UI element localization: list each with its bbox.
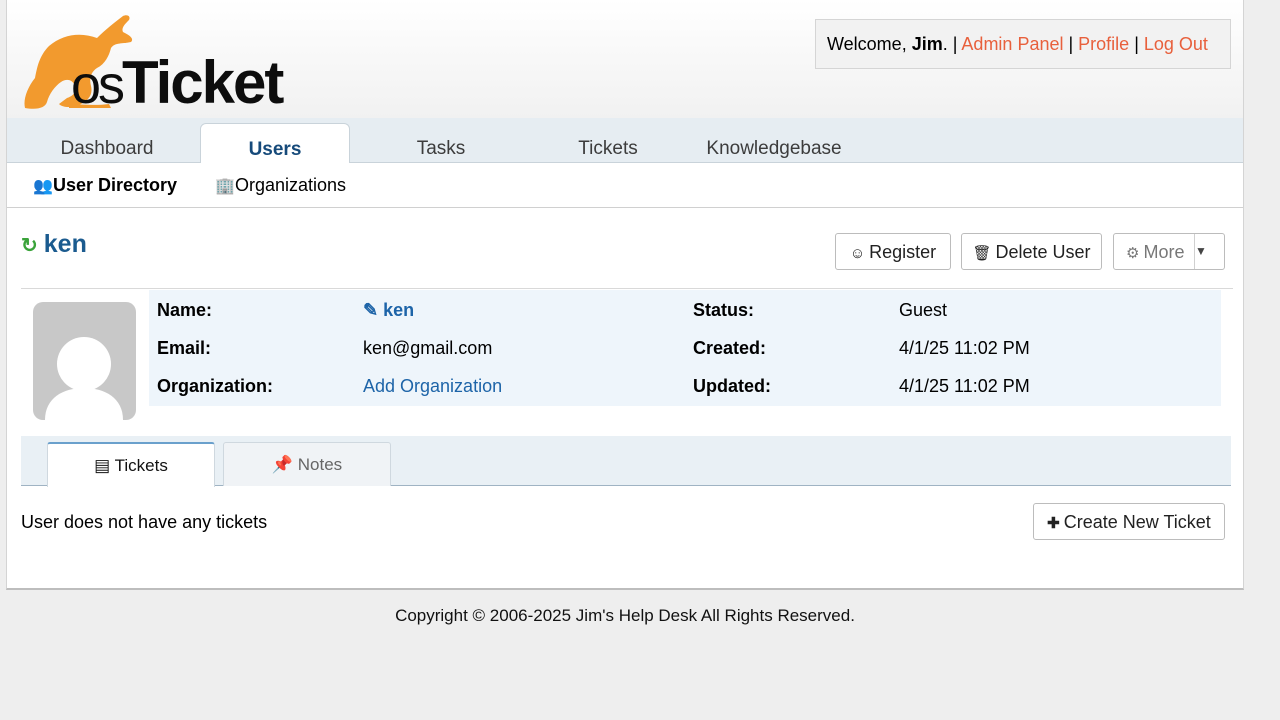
footer-copyright: Copyright © 2006-2025 Jim's Help Desk Al…: [395, 606, 855, 625]
no-tickets-message: User does not have any tickets: [21, 512, 268, 532]
welcome-prefix: Welcome,: [827, 34, 912, 54]
name-edit-link[interactable]: ✎ ken: [363, 300, 414, 321]
user-title-row: ↻ ken ☺ Register 🗑 Delete User ⚙ More ▼: [7, 208, 1243, 288]
gear-icon: ⚙: [1126, 245, 1140, 262]
admin-panel-link[interactable]: Admin Panel: [961, 34, 1063, 54]
organization-label: Organization:: [157, 376, 273, 396]
created-label: Created:: [693, 338, 767, 358]
tab-dashboard[interactable]: Dashboard: [32, 123, 182, 163]
logo-os: os: [71, 55, 125, 115]
tab-user-notes[interactable]: 📌 Notes: [223, 442, 391, 486]
more-label: More: [1143, 242, 1185, 262]
divider: [21, 288, 1233, 289]
email-value: ken@gmail.com: [363, 338, 493, 358]
updated-label: Updated:: [693, 376, 771, 396]
subnav-user-directory[interactable]: 👥User Directory: [33, 175, 177, 196]
status-label: Status:: [693, 300, 755, 320]
updated-value: 4/1/25 11:02 PM: [899, 376, 1030, 396]
user-tabs-bar: ▤ Tickets 📌 Notes: [21, 436, 1231, 487]
plus-icon: ✚: [1047, 515, 1060, 532]
pin-icon: 📌: [271, 455, 298, 474]
delete-user-button[interactable]: 🗑 Delete User: [961, 233, 1102, 270]
users-icon: 👥: [33, 178, 53, 195]
register-label: Register: [869, 242, 937, 262]
logo-ticket: Ticket: [122, 49, 284, 116]
welcome-sep: |: [1129, 34, 1144, 54]
main-nav: Dashboard Users Tasks Tickets Knowledgeb…: [7, 118, 1243, 164]
trash-icon: 🗑: [972, 245, 992, 262]
add-organization-link[interactable]: Add Organization: [363, 376, 502, 397]
email-label: Email:: [157, 338, 212, 358]
subnav-organizations-label: Organizations: [235, 175, 347, 195]
organization-icon: 🏢: [215, 178, 235, 195]
tab-user-notes-label: Notes: [297, 455, 343, 474]
osticket-logo[interactable]: osTicket: [19, 8, 289, 116]
user-info-panel: Name: ✎ ken Email: ken@gmail.com Organiz…: [149, 290, 1221, 406]
name-value: ken: [383, 300, 415, 320]
created-value: 4/1/25 11:02 PM: [899, 338, 1030, 358]
edit-icon: ✎: [363, 300, 384, 320]
tab-user-tickets[interactable]: ▤ Tickets: [47, 442, 215, 487]
logout-link[interactable]: Log Out: [1144, 34, 1208, 54]
header: osTicket Welcome, Jim. | Admin Panel | P…: [7, 0, 1243, 118]
name-label: Name:: [157, 300, 213, 320]
avatar: [33, 302, 136, 420]
status-value: Guest: [899, 300, 948, 320]
page-title: ↻ ken: [21, 230, 87, 259]
profile-link[interactable]: Profile: [1078, 34, 1129, 54]
tab-knowledgebase[interactable]: Knowledgebase: [689, 123, 859, 163]
subnav-user-directory-label: User Directory: [53, 175, 178, 195]
register-button[interactable]: ☺ Register: [835, 233, 951, 270]
subnav-organizations[interactable]: 🏢Organizations: [215, 175, 346, 196]
tab-tickets[interactable]: Tickets: [533, 123, 683, 163]
page-container: osTicket Welcome, Jim. | Admin Panel | P…: [6, 0, 1244, 590]
welcome-sep: . |: [942, 34, 962, 54]
refresh-icon[interactable]: ↻: [21, 235, 38, 257]
delete-user-label: Delete User: [995, 242, 1091, 262]
smile-icon: ☺: [849, 245, 866, 262]
tab-tasks[interactable]: Tasks: [366, 123, 516, 163]
sub-nav: 👥User Directory 🏢Organizations: [7, 163, 1243, 208]
user-title-name[interactable]: ken: [44, 230, 87, 258]
welcome-sep: |: [1063, 34, 1079, 54]
logo-wordmark: osTicket: [71, 48, 284, 117]
welcome-user: Jim: [911, 34, 943, 54]
tab-users[interactable]: Users: [200, 123, 350, 164]
create-new-ticket-label: Create New Ticket: [1063, 512, 1211, 532]
chevron-down-icon[interactable]: ▼: [1194, 234, 1224, 269]
more-dropdown-button[interactable]: ⚙ More ▼: [1113, 233, 1225, 270]
create-new-ticket-button[interactable]: ✚ Create New Ticket: [1033, 503, 1225, 540]
list-icon: ▤: [94, 456, 115, 475]
welcome-box: Welcome, Jim. | Admin Panel | Profile | …: [815, 19, 1231, 69]
tab-user-tickets-label: Tickets: [114, 456, 168, 475]
